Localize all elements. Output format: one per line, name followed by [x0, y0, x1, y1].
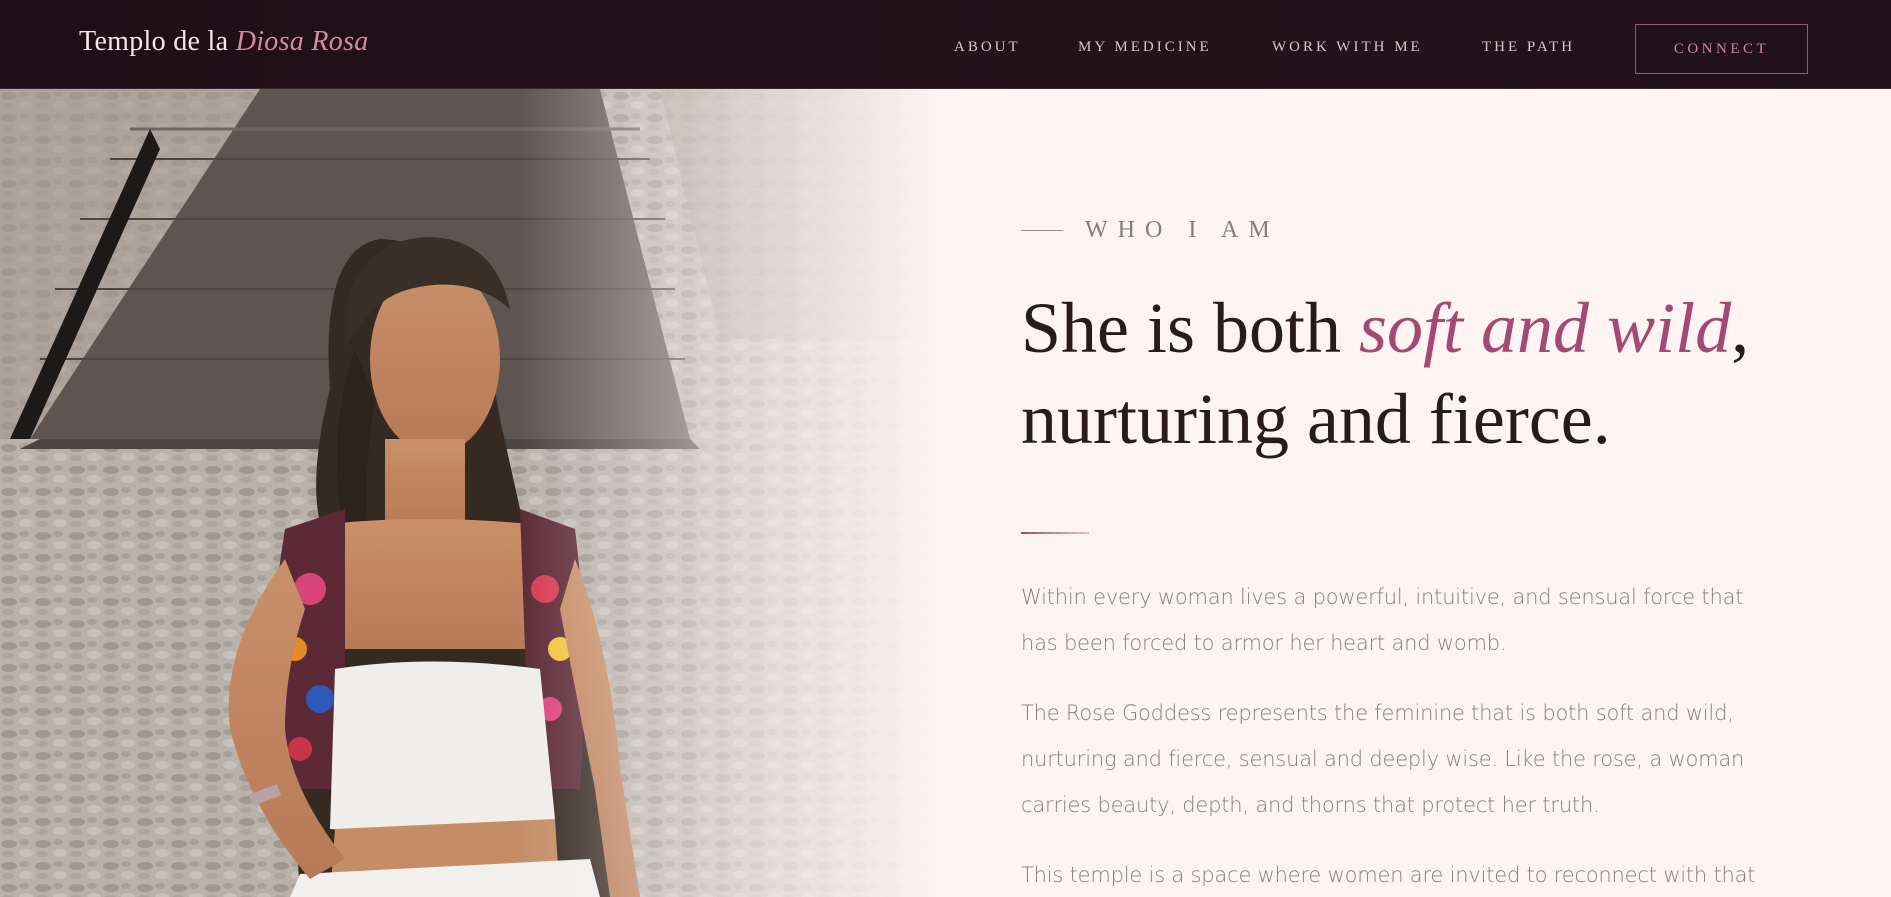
headline-start: She is both: [1021, 288, 1360, 368]
top-navigation: Templo de la Diosa Rosa ABOUT MY MEDICIN…: [0, 0, 1891, 89]
eyebrow-text: WHO I AM: [1085, 217, 1280, 243]
nav-the-path-link[interactable]: THE PATH: [1482, 39, 1575, 56]
site-logo[interactable]: Templo de la Diosa Rosa: [79, 26, 369, 58]
logo-accent-text: Diosa Rosa: [235, 26, 369, 57]
section-eyebrow: WHO I AM: [1021, 217, 1280, 244]
hero-photo: [0, 89, 940, 897]
paragraph-2: The Rose Goddess represents the feminine…: [1021, 701, 1745, 817]
woman-at-pyramid-image: [0, 89, 940, 897]
nav-about-link[interactable]: ABOUT: [954, 39, 1021, 56]
eyebrow-line: [1021, 230, 1063, 231]
section-headline: She is both soft and wild, nurturing and…: [1021, 283, 1801, 465]
connect-button[interactable]: CONNECT: [1635, 24, 1808, 74]
logo-main-text: Templo de la: [79, 26, 229, 57]
paragraph-1: Within every woman lives a powerful, int…: [1021, 585, 1744, 655]
headline-accent: soft and wild: [1359, 288, 1732, 368]
headline-line-2: nurturing and fierce.: [1021, 379, 1611, 459]
headline-end: ,: [1731, 288, 1750, 368]
nav-work-with-me-link[interactable]: WORK WITH ME: [1272, 39, 1423, 56]
nav-my-medicine-link[interactable]: MY MEDICINE: [1078, 39, 1212, 56]
paragraph-3: This temple is a space where women are i…: [1021, 863, 1756, 887]
accent-divider: [1021, 532, 1089, 534]
